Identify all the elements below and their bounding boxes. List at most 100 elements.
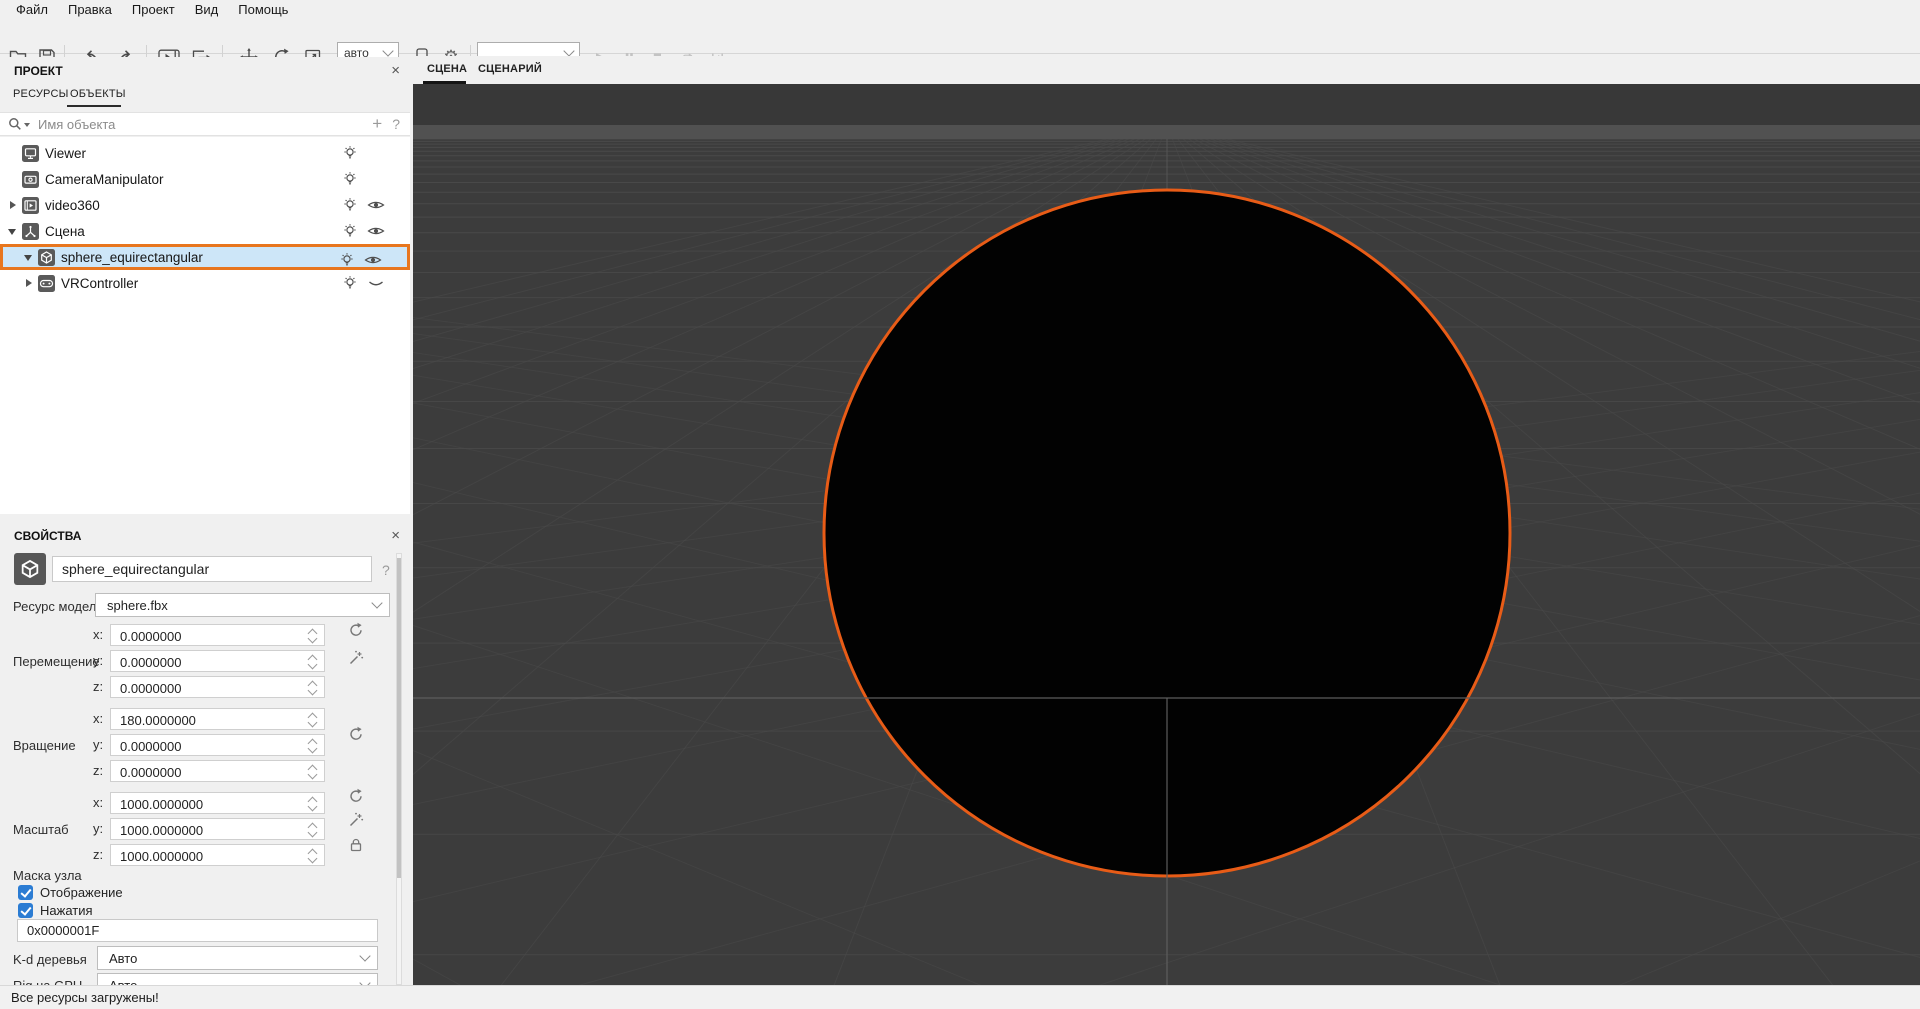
tree-item-sphere_equirectangular[interactable]: sphere_equirectangular <box>0 244 410 270</box>
tree-item-label: video360 <box>45 197 100 213</box>
click-checkbox[interactable] <box>18 902 33 918</box>
number-field[interactable] <box>110 792 325 815</box>
axis-label: z: <box>93 763 104 778</box>
spinner-control[interactable] <box>307 737 319 755</box>
node-type-cube-icon <box>14 553 46 585</box>
expand-arrow-icon[interactable] <box>24 278 34 288</box>
eye-icon[interactable] <box>363 251 383 269</box>
bulb-icon[interactable] <box>337 251 357 269</box>
bulb-icon[interactable] <box>340 222 360 240</box>
number-input[interactable] <box>111 793 300 815</box>
add-object-button[interactable]: + <box>364 114 390 134</box>
wand-icon[interactable] <box>346 810 366 830</box>
menu-item-4[interactable]: Помощь <box>228 0 298 20</box>
spinner-control[interactable] <box>307 679 319 697</box>
refresh-icon[interactable] <box>346 620 366 640</box>
number-input[interactable] <box>111 625 300 647</box>
number-input[interactable] <box>111 677 300 699</box>
node-name-input[interactable] <box>53 561 371 577</box>
expand-arrow-icon[interactable] <box>24 252 34 262</box>
eye-closed-icon[interactable] <box>366 274 386 292</box>
menu-item-2[interactable]: Проект <box>122 0 185 20</box>
spinner-control[interactable] <box>307 795 319 813</box>
axis-label: z: <box>93 847 104 862</box>
bulb-icon[interactable] <box>340 196 360 214</box>
viewport-tab-СЦЕНА[interactable]: СЦЕНА <box>427 63 467 75</box>
name-help-button[interactable]: ? <box>382 562 390 578</box>
help-button[interactable]: ? <box>390 116 410 132</box>
number-field[interactable] <box>110 650 325 673</box>
number-input[interactable] <box>111 819 300 841</box>
node-name-field[interactable] <box>52 556 372 582</box>
menu-item-3[interactable]: Вид <box>185 0 229 20</box>
tab-resources[interactable]: РЕСУРСЫ <box>13 88 69 100</box>
eye-icon[interactable] <box>366 222 386 240</box>
project-tabs: РЕСУРСЫ ОБЪЕКТЫ <box>0 85 410 111</box>
lock-icon[interactable] <box>346 835 366 855</box>
mask-hex-input[interactable] <box>18 923 377 938</box>
expand-arrow-icon[interactable] <box>8 226 18 236</box>
properties-scrollbar[interactable] <box>396 553 402 985</box>
tab-objects[interactable]: ОБЪЕКТЫ <box>70 88 126 100</box>
number-input[interactable] <box>111 651 300 673</box>
refresh-icon[interactable] <box>346 786 366 806</box>
spinner-control[interactable] <box>307 627 319 645</box>
chevron-down-icon <box>371 597 383 609</box>
display-checkbox-label: Отображение <box>40 884 123 900</box>
number-field[interactable] <box>110 818 325 841</box>
kd-trees-select[interactable]: Авто <box>97 946 378 970</box>
status-bar: Все ресурсы загружены! <box>0 985 1920 1009</box>
expand-arrow-icon[interactable] <box>8 200 18 210</box>
tree-item-CameraManipulator[interactable]: CameraManipulator <box>0 166 410 192</box>
number-field[interactable] <box>110 844 325 867</box>
gamepad-icon <box>38 274 55 292</box>
refresh-icon[interactable] <box>346 724 366 744</box>
scene-icon <box>22 222 39 240</box>
model-resource-select[interactable]: sphere.fbx <box>95 593 390 617</box>
eye-icon[interactable] <box>366 196 386 214</box>
bulb-icon[interactable] <box>340 274 360 292</box>
search-input[interactable] <box>36 115 365 133</box>
tree-item-Сцена[interactable]: Сцена <box>0 218 410 244</box>
number-input[interactable] <box>111 761 300 783</box>
properties-panel-header: СВОЙСТВА × <box>0 522 410 550</box>
wand-icon[interactable] <box>346 648 366 668</box>
axis-label: y: <box>93 821 104 836</box>
close-icon[interactable]: × <box>391 62 400 79</box>
axis-label: z: <box>93 679 104 694</box>
bulb-icon[interactable] <box>340 170 360 188</box>
bulb-icon[interactable] <box>340 144 360 162</box>
mask-hex-field[interactable] <box>17 919 378 942</box>
spinner-control[interactable] <box>307 847 319 865</box>
number-field[interactable] <box>110 708 325 731</box>
tree-item-video360[interactable]: video360 <box>0 192 410 218</box>
kd-trees-value: Авто <box>109 950 138 966</box>
display-checkbox[interactable] <box>18 884 33 900</box>
close-icon[interactable]: × <box>391 527 400 544</box>
number-input[interactable] <box>111 845 300 867</box>
viewport-tab-СЦЕНАРИЙ[interactable]: СЦЕНАРИЙ <box>478 63 542 75</box>
number-field[interactable] <box>110 676 325 699</box>
spinner-control[interactable] <box>307 653 319 671</box>
active-tab-underline <box>67 105 121 107</box>
rig-gpu-select[interactable]: Авто <box>97 973 378 985</box>
tree-item-Viewer[interactable]: Viewer <box>0 140 410 166</box>
number-field[interactable] <box>110 734 325 757</box>
menu-item-0[interactable]: Файл <box>6 0 58 20</box>
chevron-down-icon <box>359 950 371 962</box>
tree-item-VRController[interactable]: VRController <box>0 270 410 296</box>
search-filter-caret[interactable] <box>24 123 30 127</box>
number-input[interactable] <box>111 709 300 731</box>
number-field[interactable] <box>110 760 325 783</box>
spinner-control[interactable] <box>307 763 319 781</box>
properties-panel: СВОЙСТВА × ? Ресурс модели sphere.fbx Пе… <box>0 522 410 985</box>
chevron-down-icon <box>382 44 394 57</box>
scene-3d-view[interactable] <box>413 84 1920 985</box>
spinner-control[interactable] <box>307 821 319 839</box>
camera-icon <box>22 170 39 188</box>
number-input[interactable] <box>111 735 300 757</box>
spinner-control[interactable] <box>307 711 319 729</box>
scrollbar-thumb[interactable] <box>397 558 401 878</box>
number-field[interactable] <box>110 624 325 647</box>
menu-item-1[interactable]: Правка <box>58 0 122 20</box>
